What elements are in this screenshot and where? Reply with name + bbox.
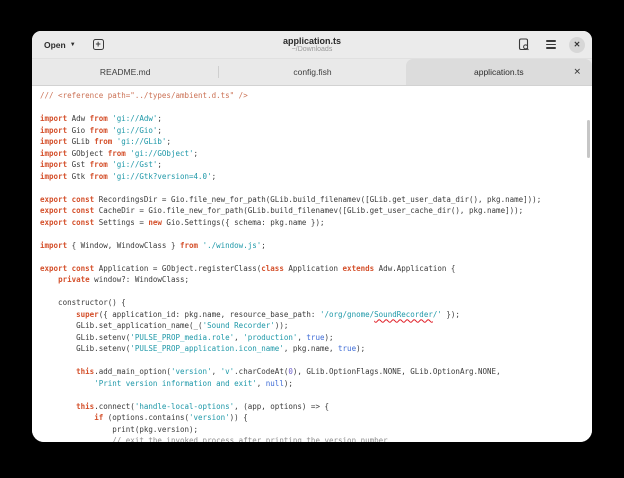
tab-readme[interactable]: README.md (32, 59, 218, 85)
code-line: export const Settings = new Gio.Settings… (40, 217, 584, 229)
tab-bar: README.md config.fish application.ts ✕ (32, 59, 592, 86)
code-line: print(pkg.version); (40, 424, 584, 436)
code-line (40, 355, 584, 367)
text-editor-window: Open ▼ + application.ts ~/Downloads (32, 31, 592, 442)
window-title: application.ts (283, 36, 341, 46)
desktop-background: Open ▼ + application.ts ~/Downloads (0, 0, 624, 478)
tab-label: README.md (100, 67, 151, 77)
main-menu-button[interactable] (542, 36, 560, 54)
window-title-block: application.ts ~/Downloads (209, 36, 415, 54)
editor-content: /// <reference path="../types/ambient.d.… (32, 86, 592, 442)
code-line: constructor() { (40, 297, 584, 309)
chevron-down-icon: ▼ (70, 42, 76, 48)
window-subtitle: ~/Downloads (292, 46, 333, 54)
code-line: import GLib from 'gi://GLib'; (40, 136, 584, 148)
code-line: super({ application_id: pkg.name, resour… (40, 309, 584, 321)
document-search-icon (518, 38, 530, 51)
headerbar: Open ▼ + application.ts ~/Downloads (32, 31, 592, 59)
code-line (40, 389, 584, 401)
code-line (40, 251, 584, 263)
code-line (40, 182, 584, 194)
code-line: 'Print version information and exit', nu… (40, 378, 584, 390)
code-line (40, 102, 584, 114)
code-line: export const RecordingsDir = Gio.file_ne… (40, 194, 584, 206)
code-line (40, 286, 584, 298)
headerbar-left: Open ▼ + (39, 36, 209, 54)
new-tab-button[interactable]: + (91, 37, 106, 52)
close-icon: ✕ (574, 41, 581, 49)
code-line: import Adw from 'gi://Adw'; (40, 113, 584, 125)
code-line: if (options.contains('version')) { (40, 412, 584, 424)
code-line: import GObject from 'gi://GObject'; (40, 148, 584, 160)
code-line: export const Application = GObject.regis… (40, 263, 584, 275)
code-line: import Gst from 'gi://Gst'; (40, 159, 584, 171)
code-line: import Gio from 'gi://Gio'; (40, 125, 584, 137)
code-line: private window?: WindowClass; (40, 274, 584, 286)
code-line: export const CacheDir = Gio.file_new_for… (40, 205, 584, 217)
window-close-button[interactable]: ✕ (569, 37, 585, 53)
code-line: /// <reference path="../types/ambient.d.… (40, 90, 584, 102)
tab-label: application.ts (474, 67, 524, 77)
plus-icon: + (93, 39, 104, 50)
tab-label: config.fish (293, 67, 331, 77)
code-line: import Gtk from 'gi://Gtk?version=4.0'; (40, 171, 584, 183)
code-line: // exit the invoked process after printi… (40, 435, 584, 442)
code-area[interactable]: /// <reference path="../types/ambient.d.… (32, 86, 592, 442)
code-line: GLib.set_application_name(_('Sound Recor… (40, 320, 584, 332)
tab-config-fish[interactable]: config.fish (219, 59, 405, 85)
close-tab-icon: ✕ (573, 67, 581, 77)
document-search-button[interactable] (515, 36, 533, 54)
code-line: GLib.setenv('PULSE_PROP_application.icon… (40, 343, 584, 355)
code-line (40, 228, 584, 240)
vertical-scrollbar[interactable] (587, 120, 590, 158)
hamburger-menu-icon (546, 40, 556, 48)
open-button[interactable]: Open ▼ (39, 36, 81, 54)
headerbar-right: ✕ (415, 36, 585, 54)
close-tab-button[interactable]: ✕ (571, 66, 583, 79)
code-line: GLib.setenv('PULSE_PROP_media.role', 'pr… (40, 332, 584, 344)
code-line: import { Window, WindowClass } from './w… (40, 240, 584, 252)
code-line: this.connect('handle-local-options', (ap… (40, 401, 584, 413)
open-button-label: Open (44, 40, 66, 50)
code-line: this.add_main_option('version', 'v'.char… (40, 366, 584, 378)
tab-application-ts[interactable]: application.ts ✕ (406, 59, 592, 85)
